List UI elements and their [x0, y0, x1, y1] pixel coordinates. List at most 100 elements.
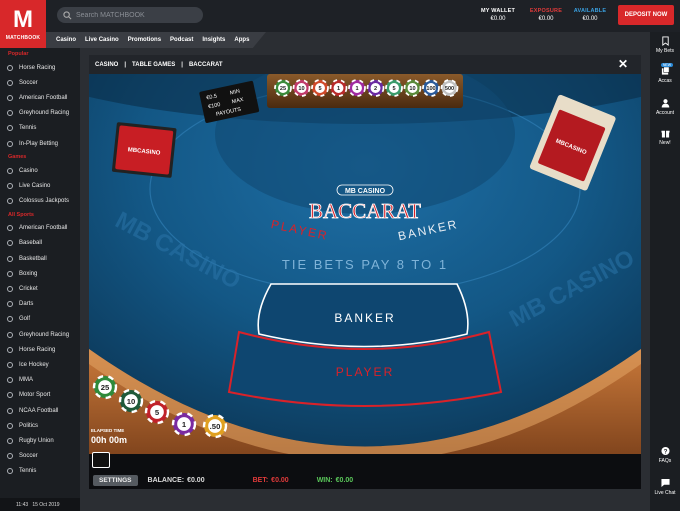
faqs-button[interactable]: ? FAQs [650, 446, 680, 464]
sidebar-item-greyhound-racing[interactable]: Greyhound Racing [0, 106, 80, 121]
sidebar-item-label: NCAA Football [19, 407, 59, 414]
nav-tab-promotions[interactable]: Promotions [128, 37, 161, 43]
new-promo-button[interactable]: New! [650, 128, 680, 146]
sidebar-item-label: MMA [19, 377, 33, 384]
sidebar-item-tennis[interactable]: Tennis [0, 121, 80, 136]
faqs-label: FAQs [658, 458, 672, 464]
sidebar-item-rugby-union[interactable]: Rugby Union [0, 433, 80, 448]
chip-5[interactable]: 5 [144, 399, 170, 425]
nav-tab-podcast[interactable]: Podcast [170, 37, 193, 43]
fullscreen-icon[interactable] [92, 452, 110, 468]
sidebar-item-label: In-Play Betting [19, 140, 59, 147]
wallet-balance[interactable]: MY WALLET €0.00 [478, 8, 518, 22]
live-chat-button[interactable]: Live Chat [650, 478, 680, 496]
sidebar-item-ncaa-football[interactable]: NCAA Football [0, 403, 80, 418]
wallet-label: MY WALLET [480, 8, 516, 14]
tray-chip-label: 25 [280, 86, 286, 92]
sidebar-item-horse-racing[interactable]: Horse Racing [0, 342, 80, 357]
nav-tab-apps[interactable]: Apps [234, 37, 249, 43]
sidebar-item-horse-racing[interactable]: Horse Racing [0, 60, 80, 75]
sidebar-section-title: Popular [8, 51, 29, 57]
breadcrumb-casino[interactable]: CASINO [95, 62, 118, 68]
sidebar-item-label: Cricket [19, 286, 38, 293]
account-button[interactable]: Account [650, 98, 680, 116]
game-modal: CASINO | TABLE GAMES | BACCARAT ✕ 25 10 … [89, 55, 641, 489]
logo-letter: M [13, 5, 33, 33]
tray-chip[interactable]: 5 [385, 79, 403, 97]
tray-chip[interactable]: 2 [366, 79, 385, 97]
tray-chip[interactable]: 5 [311, 79, 329, 97]
game-title: BACCARAT [309, 199, 421, 223]
sidebar-item-darts[interactable]: Darts [0, 297, 80, 312]
sidebar-item-label: Basketball [19, 255, 47, 262]
tray-chip[interactable]: 100 [422, 79, 440, 97]
main-nav: Casino Live Casino Promotions Podcast In… [46, 32, 266, 48]
sidebar-item-mma[interactable]: MMA [0, 373, 80, 388]
tray-chip-label: 1 [337, 86, 340, 92]
sport-icon [7, 346, 13, 353]
my-bets-button[interactable]: My Bets [650, 36, 680, 54]
bookmark-icon [661, 36, 669, 46]
exposure-label: EXPOSURE [529, 8, 563, 14]
tray-chip[interactable]: 500 [440, 79, 459, 97]
sidebar-item-label: American Football [19, 94, 68, 101]
nav-tab-live-casino[interactable]: Live Casino [85, 37, 119, 43]
tray-chip-label: 2 [374, 86, 377, 92]
settings-button[interactable]: SETTINGS [93, 474, 138, 486]
search-input[interactable] [76, 11, 196, 19]
sidebar-item-motor-sport[interactable]: Motor Sport [0, 388, 80, 403]
sidebar-item-american-football[interactable]: American Football [0, 221, 80, 236]
sidebar-item-american-football[interactable]: American Football [0, 90, 80, 105]
tray-chip[interactable]: 25 [274, 79, 292, 97]
sidebar-item-baseball[interactable]: Baseball [0, 236, 80, 251]
sport-icon [7, 331, 13, 338]
sidebar-item-greyhound-racing[interactable]: Greyhound Racing [0, 327, 80, 342]
sidebar-item-ice-hockey[interactable]: Ice Hockey [0, 357, 80, 372]
baccarat-table: 25 10 5 1 1 2 5 10 100 500 €0.5 MIN €100 MAX PAYO… [89, 74, 641, 489]
tray-chip[interactable]: 1 [348, 79, 366, 97]
nav-tab-insights[interactable]: Insights [202, 37, 225, 43]
sidebar-item-basketball[interactable]: Basketball [0, 251, 80, 266]
account-icon [661, 99, 669, 108]
available-balance[interactable]: AVAILABLE €0.00 [570, 8, 610, 22]
right-rail: My Bets Accas NEW Account New! ? FAQs Li… [650, 32, 680, 511]
sidebar-item-label: Colossus Jackpots [19, 198, 70, 205]
sidebar-item-politics[interactable]: Politics [0, 418, 80, 433]
tray-chip[interactable]: 10 [403, 79, 422, 97]
sidebar-item-soccer[interactable]: Soccer [0, 449, 80, 464]
sidebar-item-golf[interactable]: Golf [0, 312, 80, 327]
sidebar-item-boxing[interactable]: Boxing [0, 266, 80, 281]
accas-button[interactable]: Accas [650, 66, 680, 84]
sport-icon [7, 167, 13, 174]
sidebar-item-live-casino[interactable]: Live Casino [0, 178, 80, 193]
sidebar-item-in-play-betting[interactable]: In-Play Betting [0, 136, 80, 151]
balance-label: BALANCE: [147, 476, 185, 484]
baccarat-game[interactable]: 25 10 5 1 1 2 5 10 100 500 €0.5 MIN €100 MAX PAYO… [89, 74, 641, 489]
sidebar-section-title: Games [8, 154, 27, 161]
gift-icon [660, 130, 670, 138]
breadcrumb-table-games[interactable]: TABLE GAMES [132, 62, 175, 68]
tray-chip[interactable]: 1 [329, 79, 348, 97]
tray-chip[interactable]: 10 [292, 79, 311, 97]
sidebar-item-label: Golf [19, 316, 31, 323]
logo-text: MATCHBOOK [5, 34, 41, 41]
sidebar-item-casino[interactable]: Casino [0, 163, 80, 178]
sidebar-item-soccer[interactable]: Soccer [0, 75, 80, 90]
sidebar-item-cricket[interactable]: Cricket [0, 281, 80, 296]
chip-50[interactable]: .50 [202, 413, 228, 439]
close-icon[interactable]: ✕ [618, 58, 628, 70]
exposure-balance[interactable]: EXPOSURE €0.00 [526, 8, 566, 22]
sidebar-item-colossus-jackpots[interactable]: Colossus Jackpots [0, 194, 80, 209]
chip-25[interactable]: 25 [92, 374, 118, 400]
balance-value: €0.00 [187, 476, 205, 484]
matchbook-logo[interactable]: M MATCHBOOK [0, 0, 46, 48]
chip-1[interactable]: 1 [171, 411, 197, 437]
chip-10[interactable]: 10 [118, 388, 144, 414]
sidebar-item-tennis[interactable]: Tennis [0, 464, 80, 479]
nav-tab-casino[interactable]: Casino [56, 37, 76, 43]
breadcrumb-separator: | [181, 61, 183, 68]
deposit-now-button[interactable]: DEPOSIT NOW [618, 5, 674, 25]
search-box[interactable] [57, 7, 203, 23]
sport-icon [7, 437, 13, 444]
bet-value: €0.00 [271, 476, 289, 484]
